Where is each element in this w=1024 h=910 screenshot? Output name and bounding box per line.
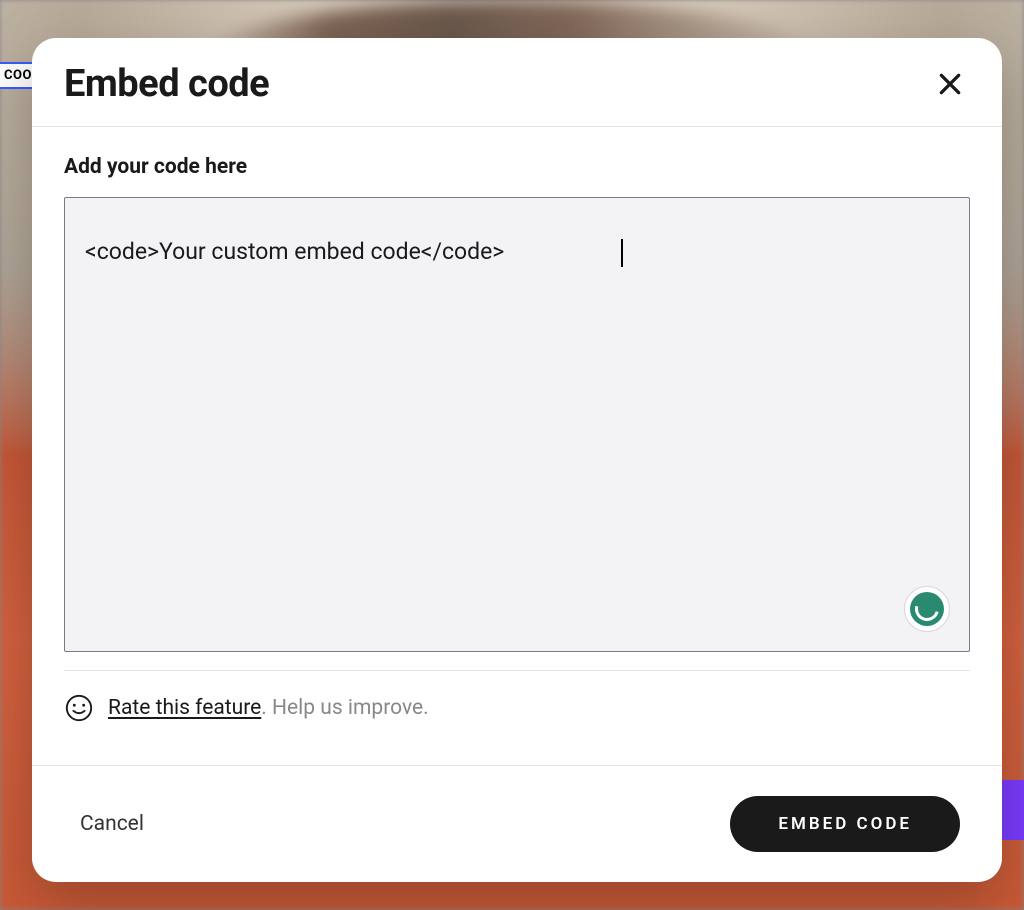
modal-title: Embed code (64, 62, 269, 106)
code-area-wrapper (64, 197, 970, 652)
rate-feature-row: Rate this feature. Help us improve. (64, 670, 970, 745)
grammar-status-icon (910, 592, 944, 626)
modal-footer: Cancel EMBED CODE (32, 765, 1002, 882)
rate-feature-suffix: . Help us improve. (261, 696, 428, 720)
code-field-label: Add your code here (64, 155, 970, 179)
close-icon (937, 71, 963, 97)
embed-code-button[interactable]: EMBED CODE (730, 796, 960, 852)
modal-body: Add your code here Rate this feature. He… (32, 127, 1002, 765)
rate-feature-link[interactable]: Rate this feature (108, 696, 261, 720)
grammar-status-badge[interactable] (904, 586, 950, 632)
text-caret (621, 239, 623, 267)
close-button[interactable] (930, 64, 970, 104)
code-textarea[interactable] (64, 197, 970, 652)
embed-code-modal: Embed code Add your code here Rate thi (32, 38, 1002, 882)
cancel-button[interactable]: Cancel (80, 812, 144, 836)
smile-icon (64, 693, 94, 723)
modal-header: Embed code (32, 38, 1002, 127)
